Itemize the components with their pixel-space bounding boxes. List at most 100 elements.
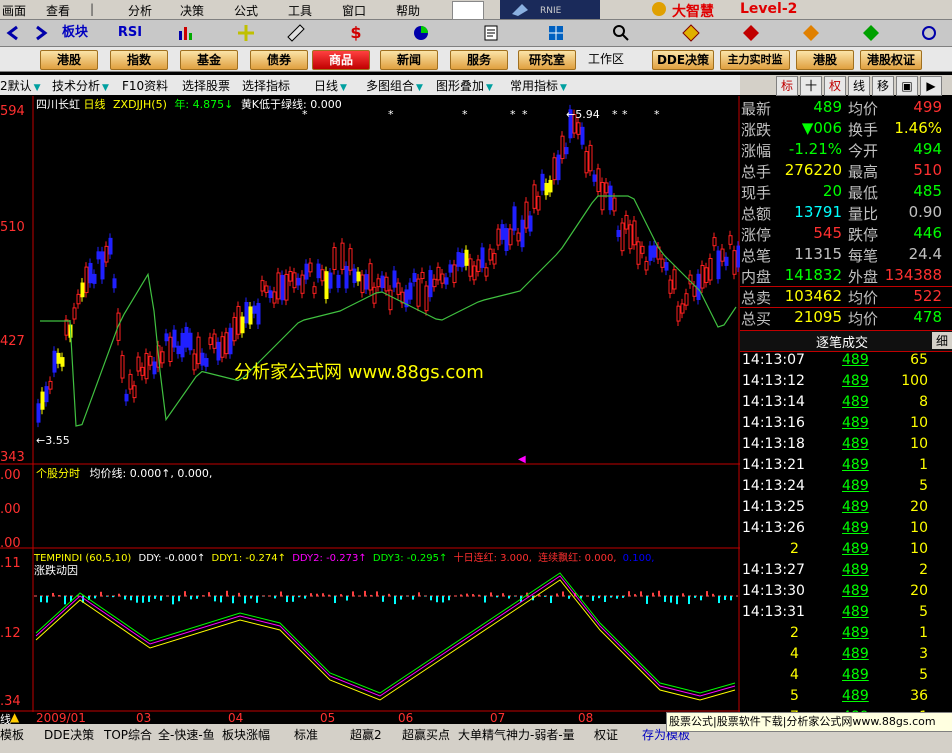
bottom-tab-standard[interactable]: 标准: [294, 726, 318, 743]
fn-common-indicator[interactable]: 常用指标 ▼: [510, 77, 567, 94]
chart-icon[interactable]: [175, 23, 197, 43]
toolbar-sector-button[interactable]: 板块: [60, 23, 90, 43]
forward-icon[interactable]: [30, 23, 52, 43]
cat-bond[interactable]: 债券: [250, 50, 308, 70]
tick-price: 489: [842, 457, 869, 473]
x-label-4: 06: [398, 711, 414, 725]
diamond-green-icon[interactable]: [860, 23, 882, 43]
dollar-icon[interactable]: $: [345, 23, 367, 43]
candle-body: [424, 285, 429, 312]
crosshair-icon[interactable]: [235, 23, 257, 43]
rtab-right[interactable]: 权: [824, 76, 846, 96]
toolbar-rsi-button[interactable]: RSI: [115, 23, 145, 43]
refresh-icon[interactable]: [918, 23, 940, 43]
rtab-plus[interactable]: 十: [800, 76, 822, 96]
ticks-detail-tab[interactable]: 细: [932, 332, 952, 349]
fn-overlay[interactable]: 图形叠加 ▼: [436, 77, 493, 94]
chart-area[interactable]: * * * * * * * * 594 510 427 343 四川长虹 日线 ZXDJJH(…: [0, 96, 740, 712]
status-icon: [452, 1, 484, 20]
candle-body: [140, 366, 145, 376]
bottom-tab-dde[interactable]: DDE决策: [44, 726, 94, 743]
sub2-bar: [682, 593, 684, 596]
period-label: 日线: [83, 98, 106, 111]
fn-select-stock[interactable]: 选择股票: [182, 77, 230, 94]
quote-label: 最新: [741, 100, 772, 118]
candle-body: [436, 266, 441, 281]
quote-value: 103462: [784, 287, 842, 305]
sub2-shirilh: 十日连红: 3.000,: [453, 553, 532, 564]
cat-service[interactable]: 服务: [450, 50, 508, 70]
menu-item-view[interactable]: 查看: [46, 2, 70, 19]
cat-workspace[interactable]: 工作区: [586, 50, 626, 68]
sub2-bar: [214, 596, 216, 602]
search-icon[interactable]: [610, 23, 632, 43]
rtab-next-icon[interactable]: ▶: [920, 76, 942, 96]
candle-body: [288, 271, 293, 282]
menu-item-tools[interactable]: 工具: [288, 2, 312, 19]
fn-multi-chart[interactable]: 多图组合 ▼: [366, 77, 423, 94]
menu-item-screen[interactable]: 画面: [2, 2, 26, 19]
bottom-tab-sector[interactable]: 板块涨幅: [222, 726, 270, 743]
candle-body: [544, 182, 549, 196]
quote-label: 涨跌: [741, 121, 772, 139]
bottom-tab-buy[interactable]: 超赢买点: [402, 726, 450, 743]
cat-news[interactable]: 新闻: [380, 50, 438, 70]
rtab-move[interactable]: 移: [872, 76, 894, 96]
rtab-mark[interactable]: 标: [776, 76, 798, 96]
bottom-tab-template[interactable]: 模板: [0, 726, 24, 743]
candle-body: [200, 352, 205, 366]
sub2-bar: [202, 595, 204, 596]
fn-daily[interactable]: 日线 ▼: [314, 77, 347, 94]
sub2-bar: [244, 596, 246, 604]
fn-tech-analysis[interactable]: 技术分析 ▼: [52, 77, 109, 94]
cat-commodity[interactable]: 商品: [312, 50, 370, 70]
menu-item-formula[interactable]: 公式: [234, 2, 258, 19]
candle-body: [620, 222, 625, 252]
fn-select-indicator[interactable]: 选择指标: [242, 77, 290, 94]
fn-default[interactable]: 2默认 ▼: [0, 77, 41, 94]
quote-label: 总买: [741, 310, 772, 328]
tick-time: 14:13:12: [742, 373, 805, 389]
cat-hk-warrant[interactable]: 港股权证: [860, 50, 922, 70]
menu-item-analysis[interactable]: 分析: [128, 2, 152, 19]
ruler-icon[interactable]: [285, 23, 307, 43]
quote-row: 涨幅 -1.21% 今开 494: [740, 140, 952, 161]
cat-dde[interactable]: DDE决策: [652, 50, 714, 70]
diamond-icon[interactable]: [680, 23, 702, 43]
cat-hk-stock-2[interactable]: 港股: [796, 50, 854, 70]
tick-row: 4 489 5: [740, 667, 952, 688]
document-icon[interactable]: [480, 23, 502, 43]
diamond-red-icon[interactable]: [740, 23, 762, 43]
candle-body: [712, 237, 717, 247]
sub2-bar: [52, 592, 54, 596]
menu-item-decision[interactable]: 决策: [180, 2, 204, 19]
rtab-box-icon[interactable]: ▣: [896, 76, 918, 96]
back-icon[interactable]: [2, 23, 24, 43]
menu-item-help[interactable]: 帮助: [396, 2, 420, 19]
sub2-bar: [256, 596, 258, 603]
fn-f10[interactable]: F10资料: [122, 77, 168, 94]
cat-main-monitor[interactable]: 主力实时监: [720, 50, 790, 70]
candle-body: [148, 355, 153, 366]
sub2-bar: [592, 596, 594, 601]
bottom-tab-fast[interactable]: 全-快速-鱼: [158, 726, 215, 743]
cat-research[interactable]: 研究室: [518, 50, 576, 70]
bottom-tab-warrant[interactable]: 权证: [594, 726, 618, 743]
tick-price: 489: [842, 394, 869, 410]
footer-ad[interactable]: 股票公式|股票软件下载|分析家公式网www.88gs.com: [666, 712, 952, 732]
sub2-bar: [688, 596, 690, 605]
x-label-3: 05: [320, 711, 336, 725]
candle-body: [232, 316, 237, 342]
cat-index[interactable]: 指数: [110, 50, 168, 70]
diamond-orange-icon[interactable]: [800, 23, 822, 43]
bottom-tab-top[interactable]: TOP综合: [104, 726, 152, 743]
cat-hk-stock[interactable]: 港股: [40, 50, 98, 70]
menu-item-window[interactable]: 窗口: [342, 2, 366, 19]
bottom-tab-chaoying2[interactable]: 超赢2: [350, 726, 382, 743]
cat-fund[interactable]: 基金: [180, 50, 238, 70]
bottom-tab-bigorder[interactable]: 大单精气神力-弱者-量: [458, 726, 575, 743]
sub2-bar: [628, 591, 630, 596]
pie-icon[interactable]: [410, 23, 432, 43]
grid-icon[interactable]: [545, 23, 567, 43]
rtab-line[interactable]: 线: [848, 76, 870, 96]
